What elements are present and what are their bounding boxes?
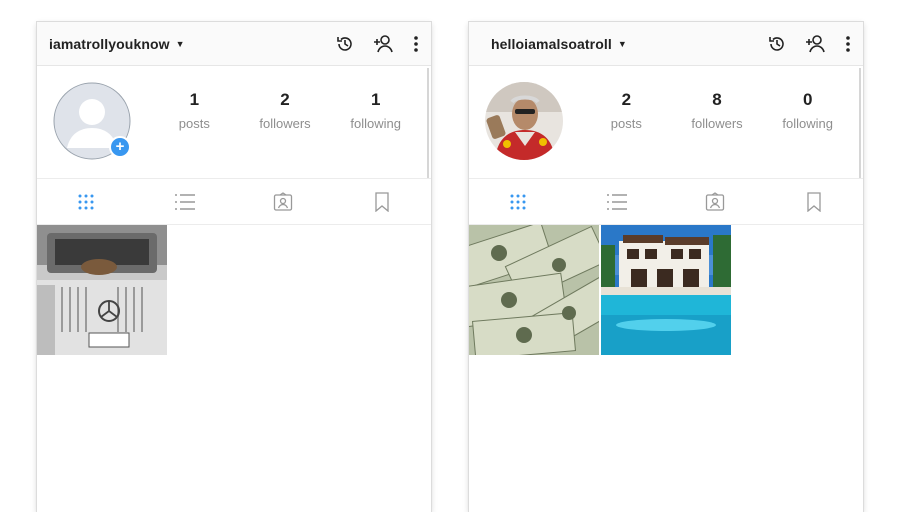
list-icon bbox=[606, 193, 627, 210]
followers-label: followers bbox=[691, 116, 743, 131]
username-switcher[interactable]: helloiamalsoatroll bbox=[491, 36, 612, 52]
profile-header: iamatrollyouknow ▼ bbox=[37, 22, 431, 66]
stat-posts[interactable]: 2 posts bbox=[581, 90, 672, 131]
followers-label: followers bbox=[259, 116, 311, 131]
tagged-icon bbox=[274, 191, 293, 211]
profile-tabs bbox=[469, 179, 863, 225]
post-thumbnail[interactable] bbox=[469, 225, 599, 355]
post-grid bbox=[37, 225, 431, 355]
profile-info: + 1 posts 2 followers 1 following bbox=[37, 66, 431, 179]
stat-followers[interactable]: 2 followers bbox=[240, 90, 331, 131]
list-icon bbox=[174, 193, 195, 210]
tab-grid[interactable] bbox=[37, 179, 136, 224]
tagged-icon bbox=[706, 191, 725, 211]
post-thumbnail[interactable] bbox=[601, 225, 731, 355]
more-vertical-icon[interactable] bbox=[413, 34, 419, 54]
avatar[interactable] bbox=[485, 82, 563, 160]
posts-label: posts bbox=[178, 116, 210, 131]
tab-list[interactable] bbox=[568, 179, 667, 224]
history-icon[interactable] bbox=[767, 34, 787, 54]
profile-screen-left: iamatrollyouknow ▼ + 1 posts 2 followers… bbox=[37, 22, 431, 512]
following-count: 0 bbox=[802, 90, 813, 109]
post-grid bbox=[469, 225, 863, 355]
stat-following[interactable]: 0 following bbox=[762, 90, 853, 131]
add-person-icon[interactable] bbox=[805, 34, 827, 54]
bookmark-icon bbox=[807, 191, 821, 212]
grid-icon bbox=[510, 194, 526, 209]
history-icon[interactable] bbox=[335, 34, 355, 54]
following-label: following bbox=[350, 116, 401, 131]
tab-grid[interactable] bbox=[469, 179, 568, 224]
grid-icon bbox=[78, 194, 94, 209]
tab-list[interactable] bbox=[136, 179, 235, 224]
posts-label: posts bbox=[610, 116, 642, 131]
posts-count: 2 bbox=[621, 90, 632, 109]
stat-following[interactable]: 1 following bbox=[330, 90, 421, 131]
chevron-down-icon[interactable]: ▼ bbox=[618, 39, 627, 49]
add-photo-icon[interactable]: + bbox=[109, 136, 131, 158]
followers-count: 2 bbox=[280, 90, 290, 109]
more-vertical-icon[interactable] bbox=[845, 34, 851, 54]
add-person-icon[interactable] bbox=[373, 34, 395, 54]
tab-tagged[interactable] bbox=[234, 179, 333, 224]
following-count: 1 bbox=[370, 90, 381, 109]
profile-screen-right: helloiamalsoatroll ▼ 2 posts 8 followers… bbox=[469, 22, 863, 512]
tab-saved[interactable] bbox=[333, 179, 432, 224]
profile-tabs bbox=[37, 179, 431, 225]
post-thumbnail[interactable] bbox=[37, 225, 167, 355]
bookmark-icon bbox=[375, 191, 389, 212]
tab-saved[interactable] bbox=[765, 179, 864, 224]
stat-followers[interactable]: 8 followers bbox=[672, 90, 763, 131]
tab-tagged[interactable] bbox=[666, 179, 765, 224]
profile-info: 2 posts 8 followers 0 following bbox=[469, 66, 863, 179]
chevron-down-icon[interactable]: ▼ bbox=[176, 39, 185, 49]
stat-posts[interactable]: 1 posts bbox=[149, 90, 240, 131]
username-switcher[interactable]: iamatrollyouknow bbox=[49, 36, 170, 52]
profile-header: helloiamalsoatroll ▼ bbox=[469, 22, 863, 66]
followers-count: 8 bbox=[712, 90, 722, 109]
posts-count: 1 bbox=[189, 90, 200, 109]
following-label: following bbox=[782, 116, 833, 131]
